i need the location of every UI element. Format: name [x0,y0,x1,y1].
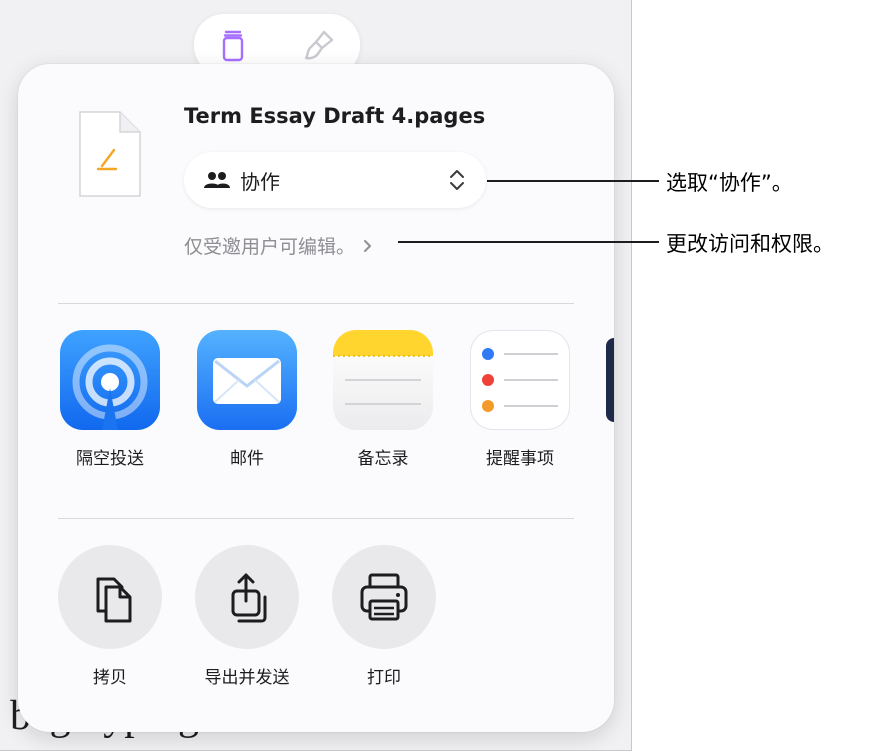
ipad-screen: beginyping Term Essay Draft 4.pages [0,0,632,751]
app-notes[interactable]: 备忘录 [332,330,434,469]
callout-collaborate: 选取“协作”。 [666,171,793,195]
people-icon [204,172,230,188]
printer-icon [332,545,436,649]
action-export[interactable]: 导出并发送 [185,545,309,688]
app-mail[interactable]: 邮件 [196,330,298,469]
chevron-right-icon [364,240,372,252]
callout-line [398,241,659,243]
collaborate-button[interactable]: 协作 [184,152,486,208]
notes-icon [333,330,433,430]
action-label: 导出并发送 [204,668,290,688]
action-label: 拷贝 [93,668,127,688]
copy-icon [58,545,162,649]
callout-line [487,180,659,182]
callout-access: 更改访问和权限。 [666,232,834,256]
access-summary-text: 仅受邀用户可编辑。 [184,236,356,258]
pages-document-icon [79,111,141,197]
mail-icon [197,330,297,430]
airdrop-icon [60,330,160,430]
action-copy[interactable]: 拷贝 [48,545,172,688]
collaborate-label: 协作 [240,170,280,194]
file-name: Term Essay Draft 4.pages [184,104,486,128]
divider [58,518,574,519]
app-reminders[interactable]: 提醒事项 [469,330,571,469]
app-label: 隔空投送 [76,449,144,469]
next-app-tile-partial[interactable] [606,338,614,422]
app-airdrop[interactable]: 隔空投送 [59,330,161,469]
action-label: 打印 [367,668,401,688]
divider [58,303,574,304]
app-label: 提醒事项 [486,449,554,469]
reminders-icon [470,330,570,430]
paintbrush-icon[interactable] [302,28,336,62]
export-icon [195,545,299,649]
app-label: 邮件 [230,449,264,469]
app-label: 备忘录 [357,449,409,469]
chevron-up-down-icon [450,170,464,190]
document-format-icon[interactable] [216,28,250,62]
access-permissions-link[interactable]: 仅受邀用户可编辑。 [184,232,373,259]
action-print[interactable]: 打印 [322,545,446,688]
share-sheet: Term Essay Draft 4.pages 协作 仅受邀用户可编辑。 隔空… [18,64,614,732]
